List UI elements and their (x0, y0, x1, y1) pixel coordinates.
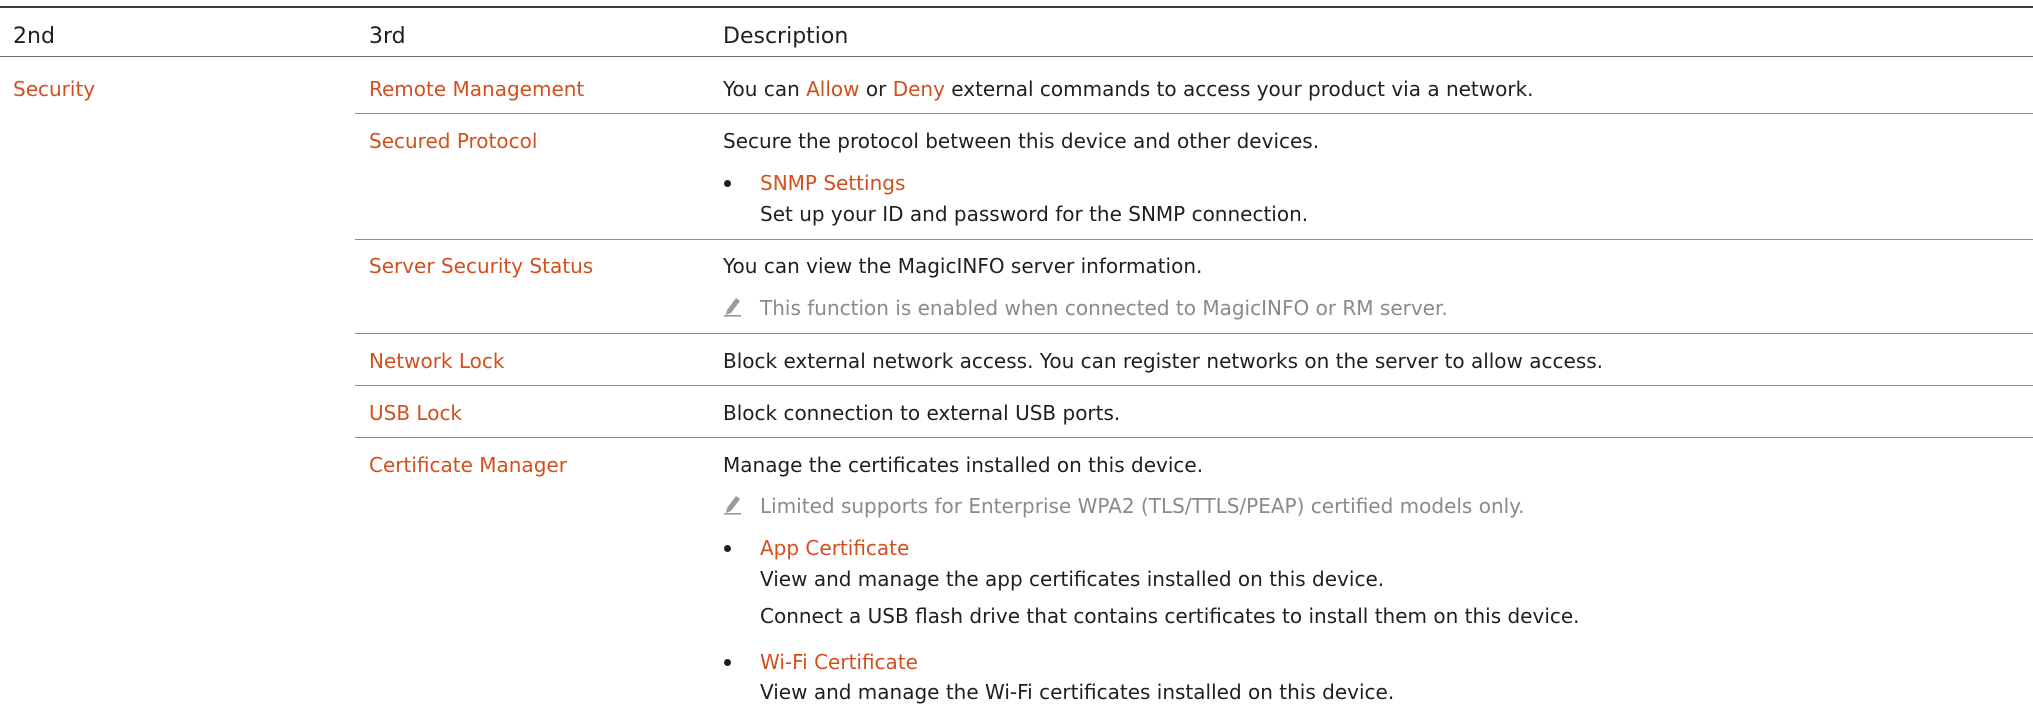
server-security-status-note: This function is enabled when connected … (760, 296, 1448, 320)
category-security[interactable]: Security (13, 77, 95, 101)
column-header-2nd: 2nd (13, 24, 55, 49)
bullet-dot (724, 545, 731, 552)
app-certificate-line2: Connect a USB flash drive that contains … (760, 604, 1580, 628)
row-divider (355, 239, 2033, 240)
row-divider (355, 437, 2033, 438)
item-usb-lock[interactable]: USB Lock (369, 401, 462, 425)
remote-management-description: You can Allow or Deny external commands … (723, 77, 1534, 101)
usb-lock-description: Block connection to external USB ports. (723, 401, 1121, 425)
bullet-dot (724, 180, 731, 187)
item-certificate-manager[interactable]: Certificate Manager (369, 453, 567, 477)
bullet-wifi-certificate: Wi-Fi Certificate (760, 650, 918, 674)
option-deny: Deny (892, 77, 945, 101)
row-divider (355, 385, 2033, 386)
item-server-security-status[interactable]: Server Security Status (369, 254, 593, 278)
certificate-manager-description: Manage the certificates installed on thi… (723, 453, 1204, 477)
pencil-note-icon (724, 496, 741, 515)
row-divider (355, 113, 2033, 114)
app-certificate-line1: View and manage the app certificates ins… (760, 567, 1385, 591)
bullet-snmp-settings: SNMP Settings (760, 171, 906, 195)
item-secured-protocol[interactable]: Secured Protocol (369, 129, 537, 153)
desc-text-mid: or (859, 77, 893, 101)
header-bottom-rule (0, 56, 2033, 57)
snmp-settings-description: Set up your ID and password for the SNMP… (760, 202, 1309, 226)
desc-text-pre: You can (723, 77, 807, 101)
wifi-certificate-line1: View and manage the Wi-Fi certificates i… (760, 680, 1395, 704)
network-lock-description: Block external network access. You can r… (723, 349, 1604, 373)
table-top-rule (0, 6, 2033, 8)
bullet-app-certificate: App Certificate (760, 536, 910, 560)
certificate-manager-note: Limited supports for Enterprise WPA2 (TL… (760, 494, 1525, 518)
column-header-3rd: 3rd (369, 24, 406, 49)
column-header-description: Description (723, 24, 849, 49)
item-network-lock[interactable]: Network Lock (369, 349, 504, 373)
secured-protocol-description: Secure the protocol between this device … (723, 129, 1320, 153)
server-security-status-description: You can view the MagicINFO server inform… (723, 254, 1203, 278)
bullet-dot (724, 659, 731, 666)
desc-text-post: external commands to access your product… (944, 77, 1534, 101)
row-divider (355, 333, 2033, 334)
option-allow: Allow (806, 77, 860, 101)
pencil-note-icon (724, 298, 741, 317)
item-remote-management[interactable]: Remote Management (369, 77, 584, 101)
